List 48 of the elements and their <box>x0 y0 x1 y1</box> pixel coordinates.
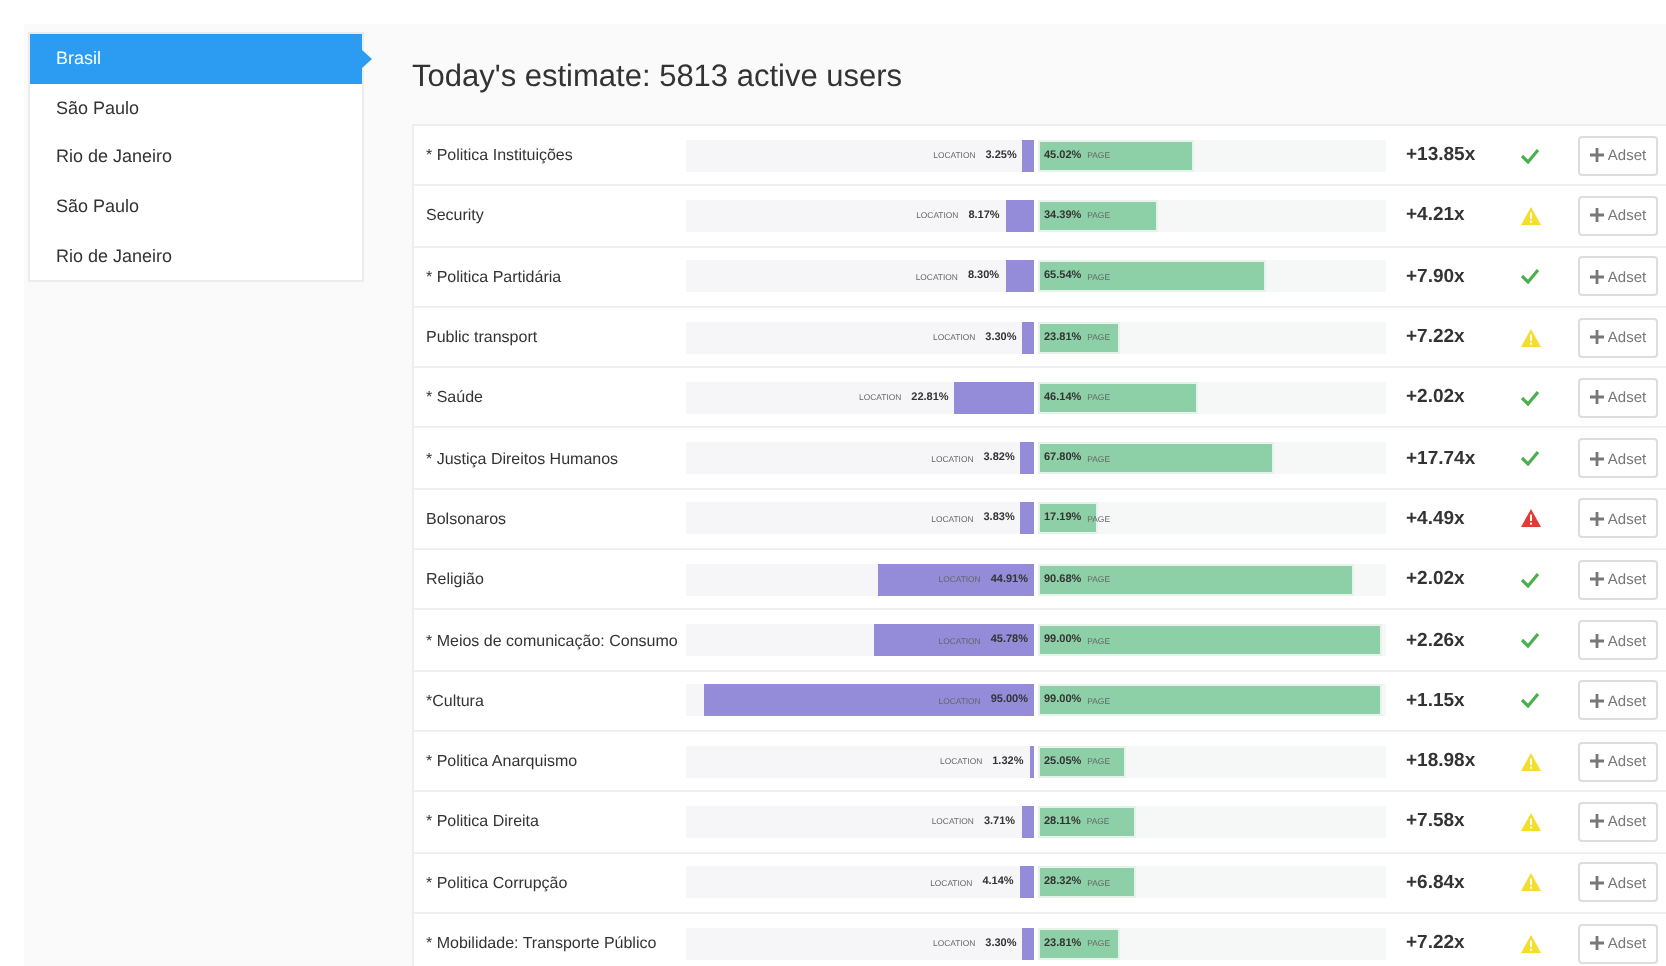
multiplier-value: +7.58x <box>1406 810 1467 833</box>
multiplier-value: +17.74x <box>1406 447 1478 470</box>
multiplier-value: +7.22x <box>1406 326 1467 349</box>
row-name: * Politica Instituições <box>424 146 575 165</box>
row-name: * Mobilidade: Transporte Público <box>424 934 659 952</box>
multiplier-value: +7.90x <box>1406 265 1467 288</box>
plus-icon <box>1589 936 1604 950</box>
row-name: * Politica Anarquismo <box>424 752 580 771</box>
row-name: *Cultura <box>424 691 486 710</box>
multiplier-value: +2.02x <box>1406 386 1467 409</box>
multiplier-value: +4.49x <box>1406 507 1467 530</box>
sidebar-item[interactable]: Rio de Janeiro <box>30 230 362 280</box>
sidebar-item[interactable]: São Paulo <box>30 83 362 133</box>
row-name: * Saúde <box>424 388 485 407</box>
multiplier-value: +4.21x <box>1406 204 1467 227</box>
multiplier-value: +1.15x <box>1406 689 1467 712</box>
plus-icon <box>1589 875 1604 890</box>
multiplier-value: +18.98x <box>1406 750 1478 773</box>
sidebar-item[interactable]: Rio de Janeiro <box>30 132 362 182</box>
row-name: Public transport <box>424 328 540 347</box>
plus-icon <box>1589 148 1604 163</box>
plus-icon <box>1589 633 1604 648</box>
plus-icon <box>1589 451 1604 466</box>
plus-icon <box>1589 208 1604 223</box>
row-name: Religião <box>424 570 486 589</box>
row-name: * Politica Corrupção <box>424 873 570 892</box>
multiplier-value: +6.84x <box>1406 871 1467 894</box>
sidebar-item[interactable]: São Paulo <box>30 181 362 231</box>
plus-icon <box>1589 269 1604 284</box>
multiplier-value: +13.85x <box>1406 144 1478 167</box>
row-name: Bolsonaros <box>424 509 509 528</box>
plus-icon <box>1589 511 1604 526</box>
plus-icon <box>1589 814 1604 829</box>
row-name: * Politica Partidária <box>424 267 564 286</box>
multiplier-value: +7.22x <box>1406 932 1467 954</box>
row-name: * Justiça Direitos Humanos <box>424 449 621 468</box>
multiplier-value: +2.26x <box>1406 629 1467 652</box>
row-name: * Meios de comunicação: Consumo <box>424 631 680 650</box>
plus-icon <box>1589 572 1604 587</box>
row-name: * Politica Direita <box>424 812 541 831</box>
pointer-icon <box>362 50 372 68</box>
plus-icon <box>1589 390 1604 405</box>
plus-icon <box>1589 330 1604 345</box>
plus-icon <box>1589 754 1604 769</box>
page-title: Today's estimate: 5813 active users <box>412 60 905 96</box>
plus-icon <box>1589 693 1604 708</box>
row-name: Security <box>424 206 486 225</box>
multiplier-value: +2.02x <box>1406 568 1467 591</box>
